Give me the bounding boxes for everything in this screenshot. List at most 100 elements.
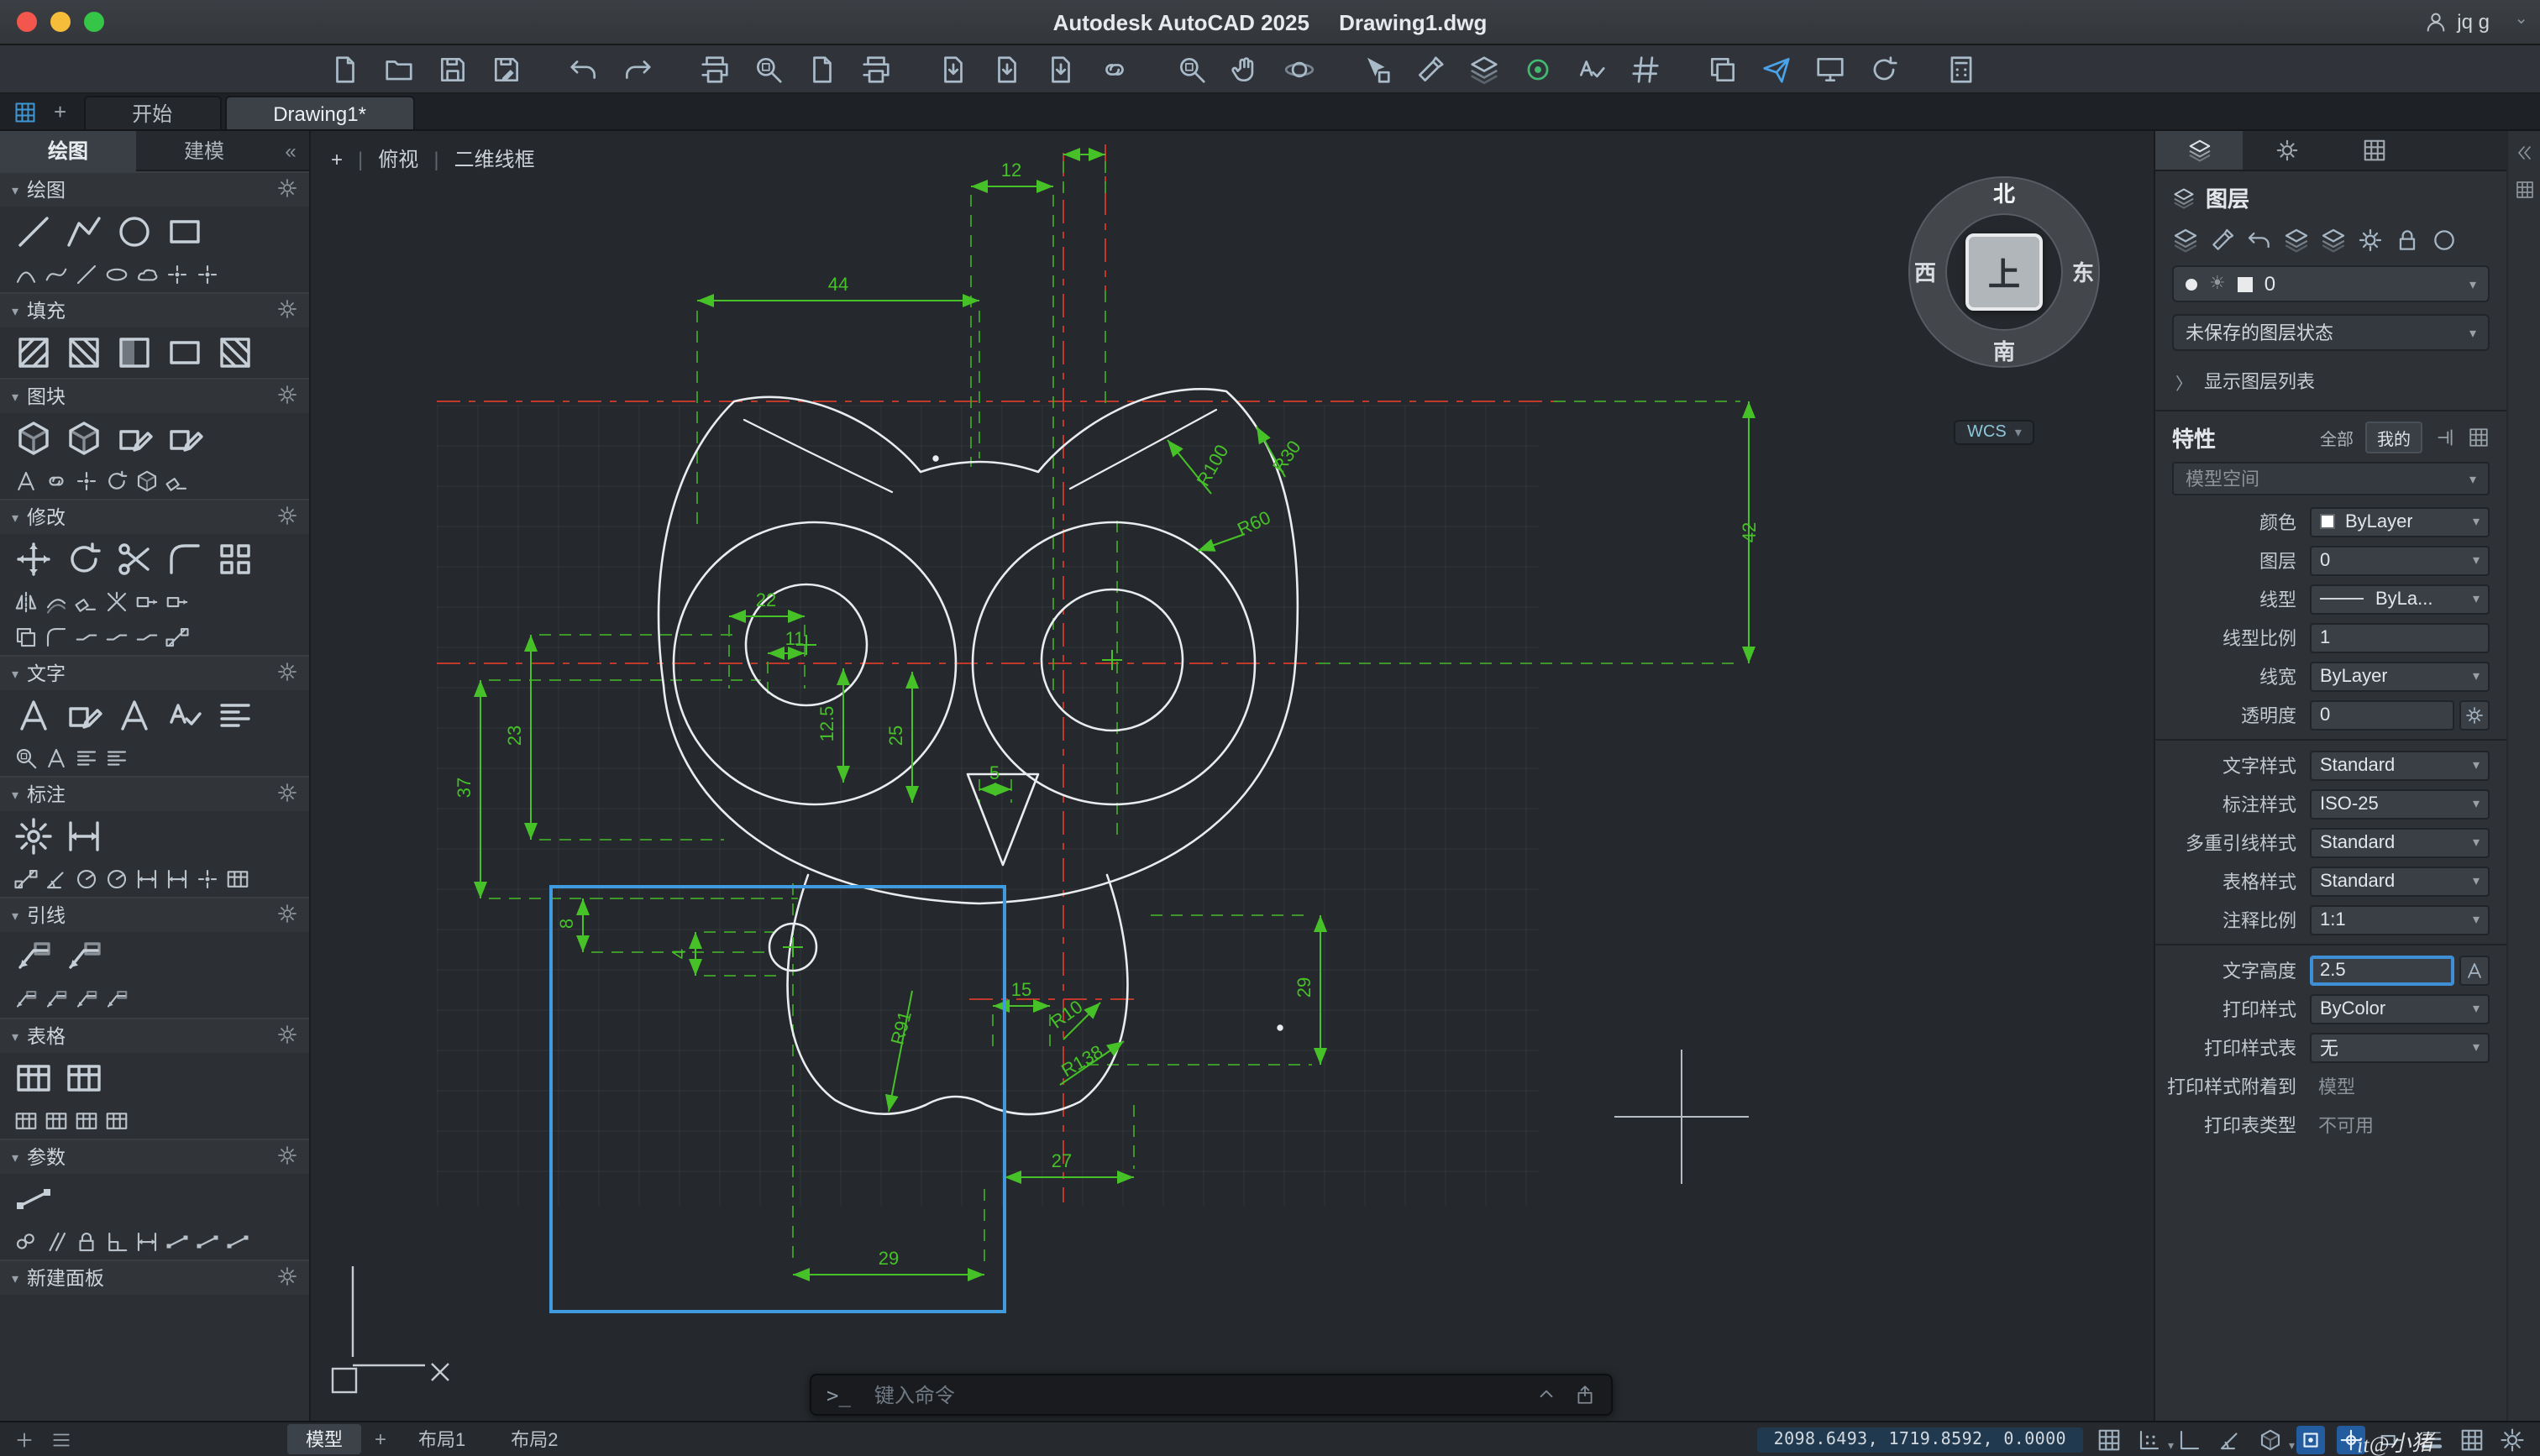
layers-tab-icon[interactable] [2186, 138, 2212, 163]
define-attribute-icon[interactable] [13, 469, 39, 494]
copy-icon[interactable] [13, 625, 39, 650]
break-icon[interactable] [74, 625, 99, 650]
chamfer-icon[interactable] [44, 625, 69, 650]
gear-toggle[interactable] [2498, 1425, 2527, 1453]
add-leader-icon[interactable] [13, 987, 39, 1013]
tab-drawing1[interactable]: Drawing1* [224, 96, 415, 129]
prop-extra-button[interactable] [2459, 955, 2490, 985]
gear-icon[interactable] [277, 384, 297, 404]
layer-prev-icon[interactable] [2246, 227, 2273, 254]
edit-table-icon[interactable] [64, 1058, 104, 1098]
open-folder-icon[interactable] [383, 53, 415, 85]
units-toggle[interactable] [2458, 1425, 2486, 1453]
osnap-toggle[interactable] [2296, 1425, 2325, 1453]
layer-off-icon[interactable] [2431, 227, 2458, 254]
gear-icon[interactable] [277, 782, 297, 802]
rectangle-icon[interactable] [165, 212, 205, 252]
layer-lock-icon[interactable] [2394, 227, 2421, 254]
layer-state-dropdown[interactable]: 未保存的图层状态 ▾ [2172, 314, 2490, 351]
right-panel-tab-sheet-grid[interactable] [2330, 131, 2417, 170]
minimize-window-button[interactable] [50, 12, 71, 32]
fillet-icon[interactable] [165, 539, 205, 579]
command-history-toggle-icon[interactable] [1535, 1384, 1557, 1406]
divide-icon[interactable] [195, 262, 220, 287]
layout2-tab[interactable]: 布局2 [492, 1424, 576, 1454]
create-block-icon[interactable] [64, 418, 104, 458]
selection-type-dropdown[interactable]: 模型空间 ▾ [2172, 462, 2490, 495]
collect-leaders-icon[interactable] [104, 987, 129, 1013]
spline-icon[interactable] [44, 262, 69, 287]
view-direction-button[interactable]: 俯视 [378, 144, 418, 173]
layer-color-swatch[interactable] [2237, 276, 2253, 291]
table-style-icon[interactable] [13, 1108, 39, 1134]
gear-icon[interactable] [277, 661, 297, 681]
align-leaders-icon[interactable] [74, 987, 99, 1013]
boundary-icon[interactable] [165, 333, 205, 373]
quick-calc-icon[interactable] [1945, 53, 1977, 85]
palette-section-header[interactable]: ▾ 绘图 [0, 173, 309, 207]
drawing-canvas[interactable]: 12 44 22 11 12.5 25 23 37 5 8 4 R91 15 R10 R138 27 29 29 4… [311, 131, 2154, 1421]
palette-section-header[interactable]: ▾ 填充 [0, 294, 309, 327]
line-icon[interactable] [13, 212, 54, 252]
palette-section-header[interactable]: ▾ 文字 [0, 657, 309, 690]
grid-display-toggle[interactable] [2095, 1425, 2123, 1453]
prop-value-6[interactable]: Standard ▾ [2310, 750, 2490, 780]
perpendicular-icon[interactable] [104, 1229, 129, 1254]
point-icon[interactable] [165, 262, 190, 287]
angular-dim-icon[interactable] [44, 867, 69, 892]
mtext-icon[interactable] [13, 695, 54, 736]
gear-icon[interactable] [277, 298, 297, 318]
prop-value-8[interactable]: Standard ▾ [2310, 827, 2490, 857]
continue-dim-icon[interactable] [165, 867, 190, 892]
otrack-toggle[interactable] [2337, 1425, 2365, 1453]
show-layer-list-toggle[interactable]: 〉 显示图层列表 [2155, 358, 2506, 405]
palette-section-header[interactable]: ▾ 新建面板 [0, 1261, 309, 1295]
select-similar-icon[interactable] [1361, 53, 1393, 85]
arc-icon[interactable] [13, 262, 39, 287]
gear-icon[interactable] [277, 1265, 297, 1286]
prop-value-7[interactable]: ISO-25 ▾ [2310, 788, 2490, 819]
filter-all-button[interactable]: 全部 [2320, 425, 2354, 450]
command-tools-icon[interactable] [1574, 1384, 1596, 1406]
compass-north-label[interactable]: 北 [1987, 176, 2021, 208]
palette-list-icon[interactable] [50, 1428, 72, 1450]
align-icon[interactable] [165, 625, 190, 650]
current-layer-dropdown[interactable]: ☀ 0 ▾ [2172, 265, 2490, 302]
layer-translate-icon[interactable] [1468, 53, 1500, 85]
pan-icon[interactable] [1230, 53, 1262, 85]
scale-text-icon[interactable] [44, 746, 69, 771]
auto-hide-panel-icon[interactable] [2514, 143, 2534, 163]
isodraft-toggle[interactable]: ▾ [2256, 1425, 2295, 1453]
hatch-alt-icon[interactable] [64, 333, 104, 373]
batch-plot-icon[interactable] [860, 53, 892, 85]
save-as-icon[interactable] [491, 53, 522, 85]
hash-settings-icon[interactable] [1629, 53, 1661, 85]
revcloud-icon[interactable] [134, 262, 160, 287]
palette-tab-modeling[interactable]: 建模 [136, 131, 272, 170]
mirror-icon[interactable] [13, 589, 39, 615]
zoom-window-button[interactable] [84, 12, 104, 32]
palette-section-header[interactable]: ▾ 图块 [0, 380, 309, 413]
sun-brightness-icon[interactable] [2274, 138, 2299, 163]
view-cube[interactable]: 北 南 西 东 上 [1903, 171, 2105, 373]
tolerance-icon[interactable] [225, 867, 250, 892]
stretch-icon[interactable] [134, 589, 160, 615]
audit-icon[interactable] [1576, 53, 1608, 85]
justify-text-icon[interactable] [74, 746, 99, 771]
snap-mode-toggle[interactable]: ▾ [2135, 1425, 2174, 1453]
text-frame-icon[interactable] [104, 746, 129, 771]
auto-constrain-icon[interactable] [165, 1229, 190, 1254]
scale-icon[interactable] [165, 589, 190, 615]
find-text-icon[interactable] [13, 746, 39, 771]
palette-section-header[interactable]: ▾ 标注 [0, 778, 309, 811]
join-icon[interactable] [104, 625, 129, 650]
layer-freeze-icon[interactable] [2357, 227, 2384, 254]
insert-block-icon[interactable] [13, 418, 54, 458]
linear-dim-icon[interactable] [64, 816, 104, 856]
plot-preview-icon[interactable] [753, 53, 785, 85]
spell-check-icon[interactable] [165, 695, 205, 736]
prop-value-1[interactable]: 0 ▾ [2310, 545, 2490, 575]
delete-row-icon[interactable] [74, 1108, 99, 1134]
prop-value-3[interactable]: 1 [2310, 622, 2490, 652]
prop-value-9[interactable]: Standard ▾ [2310, 866, 2490, 896]
